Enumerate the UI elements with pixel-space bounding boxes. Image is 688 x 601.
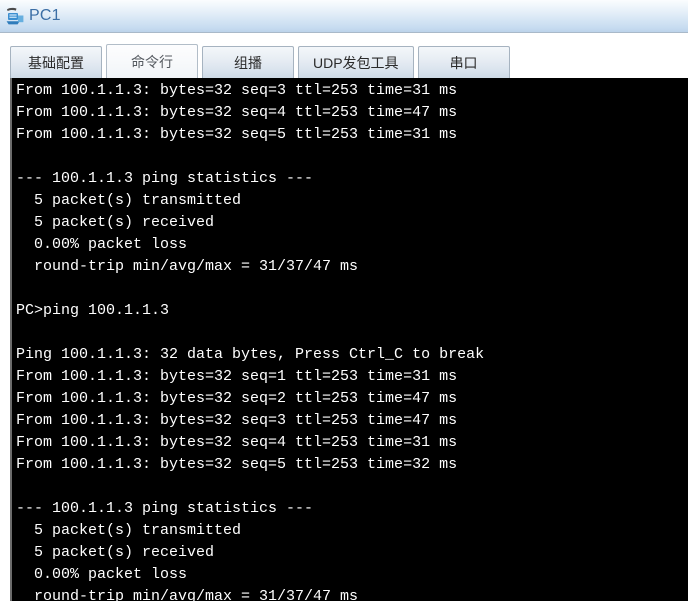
- tab-strip: 基础配置 命令行 组播 UDP发包工具 串口: [0, 33, 688, 78]
- terminal-line: 5 packet(s) received: [16, 214, 215, 231]
- terminal-line: From 100.1.1.3: bytes=32 seq=3 ttl=253 t…: [16, 412, 458, 429]
- terminal-line: PC>ping 100.1.1.3: [16, 302, 170, 319]
- pc1-window: PC1 基础配置 命令行 组播 UDP发包工具 串口 From 100.1.1.…: [0, 0, 688, 601]
- terminal-output[interactable]: From 100.1.1.3: bytes=32 seq=3 ttl=253 t…: [12, 78, 688, 601]
- terminal-line: From 100.1.1.3: bytes=32 seq=2 ttl=253 t…: [16, 390, 458, 407]
- terminal-line: --- 100.1.1.3 ping statistics ---: [16, 170, 314, 187]
- terminal-line: From 100.1.1.3: bytes=32 seq=5 ttl=253 t…: [16, 126, 458, 143]
- tab-serial-port[interactable]: 串口: [417, 46, 510, 78]
- tab-basic-config[interactable]: 基础配置: [10, 46, 102, 78]
- window-titlebar: PC1: [0, 0, 688, 33]
- terminal-line: --- 100.1.1.3 ping statistics ---: [16, 500, 314, 517]
- tab-udp-tool[interactable]: UDP发包工具: [298, 46, 414, 78]
- tab-command-line[interactable]: 命令行: [106, 44, 198, 78]
- window-title: PC1: [29, 7, 61, 24]
- tab-label: 串口: [449, 54, 478, 71]
- terminal-line: round-trip min/avg/max = 31/37/47 ms: [16, 588, 359, 601]
- terminal-line: From 100.1.1.3: bytes=32 seq=1 ttl=253 t…: [16, 368, 458, 385]
- terminal-line: 5 packet(s) received: [16, 544, 215, 561]
- tab-label: 命令行: [131, 53, 173, 70]
- tab-multicast[interactable]: 组播: [202, 46, 294, 78]
- terminal-panel[interactable]: From 100.1.1.3: bytes=32 seq=3 ttl=253 t…: [10, 78, 688, 601]
- terminal-line: round-trip min/avg/max = 31/37/47 ms: [16, 258, 359, 275]
- terminal-line: From 100.1.1.3: bytes=32 seq=3 ttl=253 t…: [16, 82, 458, 99]
- terminal-line: From 100.1.1.3: bytes=32 seq=4 ttl=253 t…: [16, 434, 458, 451]
- terminal-line: 5 packet(s) transmitted: [16, 192, 242, 209]
- terminal-line: 5 packet(s) transmitted: [16, 522, 242, 539]
- tab-label: UDP发包工具: [313, 54, 399, 71]
- tab-list: 基础配置 命令行 组播 UDP发包工具 串口: [10, 44, 514, 78]
- pc-terminal-icon: [4, 5, 26, 27]
- terminal-line: From 100.1.1.3: bytes=32 seq=5 ttl=253 t…: [16, 456, 458, 473]
- tab-label: 组播: [234, 54, 262, 71]
- terminal-line: 0.00% packet loss: [16, 236, 188, 253]
- terminal-line: From 100.1.1.3: bytes=32 seq=4 ttl=253 t…: [16, 104, 458, 121]
- tab-label: 基础配置: [28, 54, 84, 71]
- terminal-line: 0.00% packet loss: [16, 566, 188, 583]
- terminal-line: Ping 100.1.1.3: 32 data bytes, Press Ctr…: [16, 346, 485, 363]
